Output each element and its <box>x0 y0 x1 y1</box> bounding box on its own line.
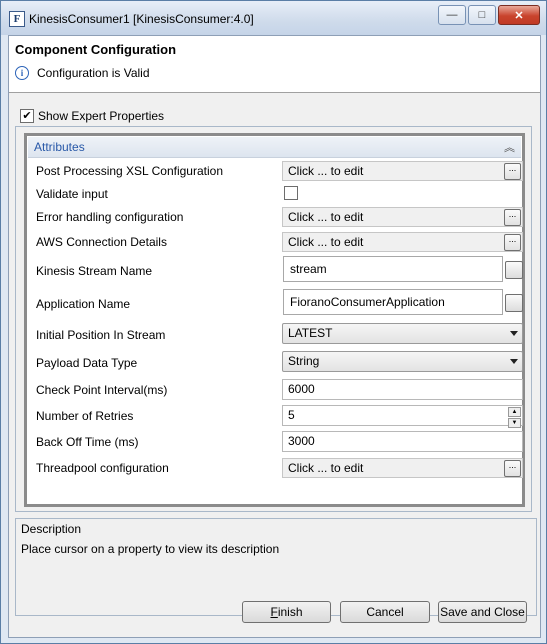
validate-input-label: Validate input <box>36 187 108 201</box>
num-retries-stepper: ▲ ▼ <box>508 407 521 428</box>
num-retries-value: 5 <box>288 408 295 422</box>
initial-position-value: LATEST <box>288 326 333 340</box>
description-text: Place cursor on a property to view its d… <box>21 542 280 556</box>
threadpool-value: Click ... to edit <box>288 461 364 475</box>
config-header: Component Configuration i Configuration … <box>9 36 540 93</box>
chevron-down-icon <box>510 359 518 364</box>
chevron-down-icon <box>510 331 518 336</box>
checkpoint-interval-input[interactable]: 6000 <box>282 379 523 400</box>
minimize-button[interactable]: — <box>438 5 466 25</box>
show-expert-checkbox[interactable]: ✔ <box>20 109 34 123</box>
finish-label: inish <box>277 605 303 619</box>
caption-buttons: — □ ✕ <box>436 5 540 25</box>
error-handling-edit-button[interactable]: ... <box>504 209 521 226</box>
num-retries-label: Number of Retries <box>36 409 134 423</box>
post-xsl-field[interactable]: Click ... to edit ... <box>282 161 523 181</box>
dialog-content: Component Configuration i Configuration … <box>8 35 541 638</box>
aws-connection-field[interactable]: Click ... to edit ... <box>282 232 523 252</box>
aws-connection-label: AWS Connection Details <box>36 235 167 249</box>
show-expert-label: Show Expert Properties <box>38 109 165 123</box>
initial-position-label: Initial Position In Stream <box>36 328 166 342</box>
backoff-time-label: Back Off Time (ms) <box>36 435 139 449</box>
cancel-button[interactable]: Cancel <box>340 601 430 623</box>
title-bar[interactable]: F KinesisConsumer1 [KinesisConsumer:4.0]… <box>1 1 546 35</box>
post-xsl-label: Post Processing XSL Configuration <box>36 164 223 178</box>
aws-connection-value: Click ... to edit <box>288 235 364 249</box>
page-title: Component Configuration <box>15 42 177 57</box>
error-handling-field[interactable]: Click ... to edit ... <box>282 207 523 227</box>
info-icon: i <box>15 66 29 80</box>
stream-name-input[interactable]: stream <box>283 256 503 282</box>
backoff-time-input[interactable]: 3000 <box>282 431 523 452</box>
window-title: KinesisConsumer1 [KinesisConsumer:4.0] <box>29 12 254 26</box>
stream-name-button[interactable] <box>505 261 523 279</box>
aws-connection-edit-button[interactable]: ... <box>504 234 521 251</box>
payload-type-label: Payload Data Type <box>36 356 138 370</box>
finish-button[interactable]: Finish <box>242 601 331 623</box>
app-icon: F <box>9 11 25 27</box>
threadpool-label: Threadpool configuration <box>36 461 169 475</box>
threadpool-edit-button[interactable]: ... <box>504 460 521 477</box>
save-and-close-button[interactable]: Save and Close <box>438 601 527 623</box>
spin-up-button[interactable]: ▲ <box>508 407 521 417</box>
error-handling-label: Error handling configuration <box>36 210 184 224</box>
finish-mnemonic: F <box>270 605 278 619</box>
application-name-button[interactable] <box>505 294 523 312</box>
validate-input-checkbox[interactable] <box>284 186 298 200</box>
attributes-title: Attributes <box>34 140 85 154</box>
application-name-input[interactable]: FioranoConsumerApplication <box>283 289 503 315</box>
description-title: Description <box>21 522 82 536</box>
checkpoint-interval-label: Check Point Interval(ms) <box>36 383 168 397</box>
num-retries-spinner[interactable]: 5 ▲ ▼ <box>282 405 523 428</box>
spin-down-button[interactable]: ▼ <box>508 418 521 428</box>
close-button[interactable]: ✕ <box>498 5 540 25</box>
show-expert-row[interactable]: ✔ Show Expert Properties <box>20 109 164 123</box>
post-xsl-edit-button[interactable]: ... <box>504 163 521 180</box>
status-message: Configuration is Valid <box>37 66 150 80</box>
stream-name-label: Kinesis Stream Name <box>36 264 153 278</box>
application-name-label: Application Name <box>36 297 131 311</box>
dialog-window: F KinesisConsumer1 [KinesisConsumer:4.0]… <box>0 0 547 644</box>
error-handling-value: Click ... to edit <box>288 210 364 224</box>
maximize-button[interactable]: □ <box>468 5 496 25</box>
collapse-icon[interactable]: ︽ <box>504 139 515 155</box>
attributes-box: Attributes ︽ Post Processing XSL Configu… <box>24 133 525 507</box>
initial-position-select[interactable]: LATEST <box>282 323 523 344</box>
payload-type-value: String <box>288 354 320 368</box>
threadpool-field[interactable]: Click ... to edit ... <box>282 458 523 478</box>
post-xsl-value: Click ... to edit <box>288 164 364 178</box>
payload-type-select[interactable]: String <box>282 351 523 372</box>
attributes-header[interactable]: Attributes ︽ <box>28 137 521 158</box>
